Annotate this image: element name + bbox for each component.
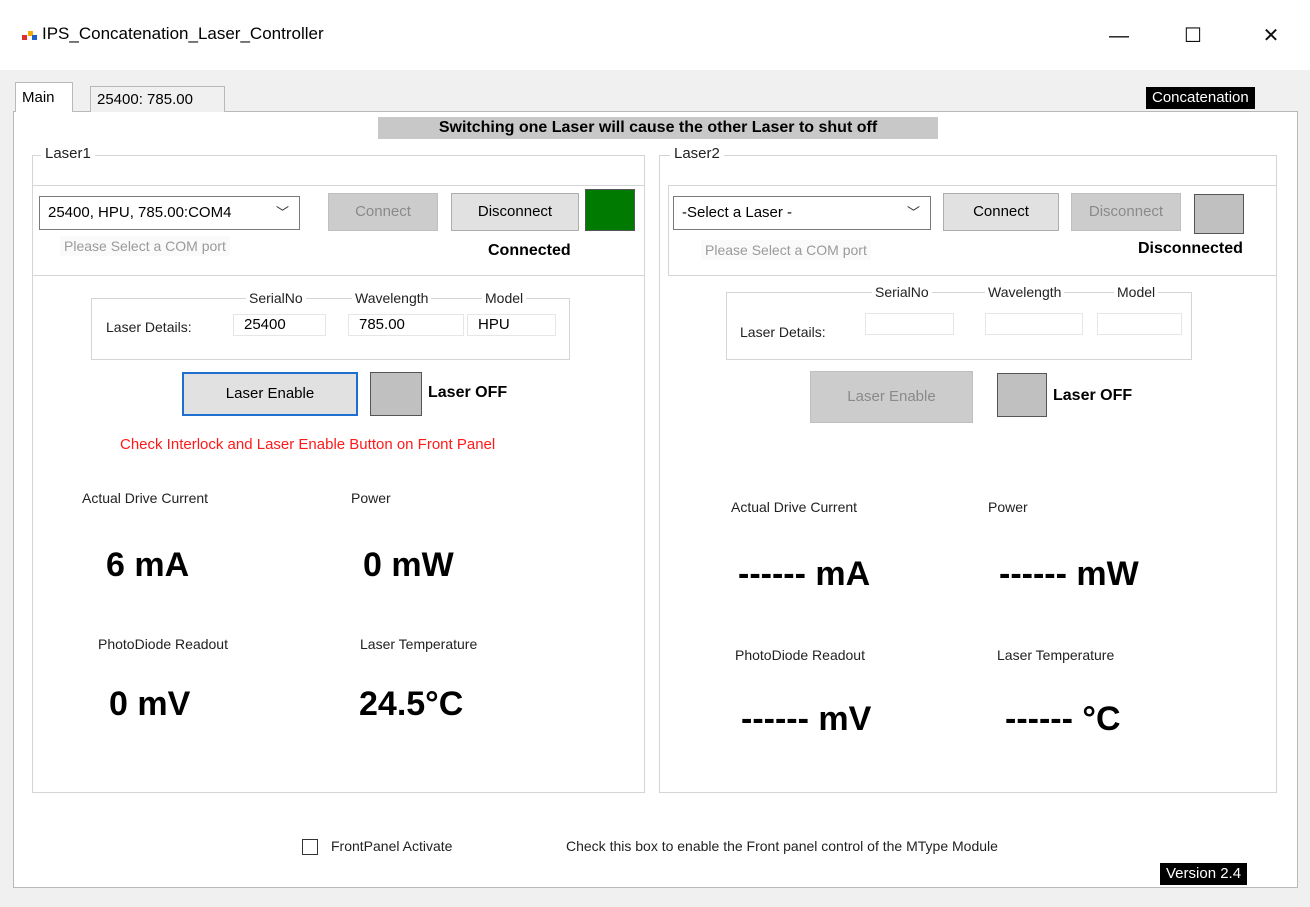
laser2-drive-current-label: Actual Drive Current	[731, 499, 858, 515]
laser1-photodiode-label: PhotoDiode Readout	[98, 636, 228, 652]
laser1-wavelength-value: 785.00	[348, 314, 464, 336]
laser2-wavelength-value	[985, 313, 1083, 335]
laser2-disconnect-button[interactable]: Disconnect	[1071, 193, 1181, 231]
frontpanel-label: FrontPanel Activate	[331, 838, 453, 854]
laser2-laser-state: Laser OFF	[1053, 387, 1133, 404]
laser1-connection-indicator	[585, 189, 635, 231]
laser2-power-label: Power	[988, 499, 1028, 515]
tab-main[interactable]: Main	[15, 82, 73, 112]
laser2-connection-indicator	[1194, 194, 1244, 234]
close-button[interactable]: ✕	[1248, 18, 1294, 54]
laser2-wavelength-header: Wavelength	[985, 284, 1065, 300]
laser1-laser-indicator	[370, 372, 422, 416]
laser2-group-title: Laser2	[670, 145, 724, 162]
laser1-model-value: HPU	[467, 314, 556, 336]
laser1-power-value: 0 mW	[347, 516, 589, 600]
laser2-com-hint: Please Select a COM port	[701, 240, 871, 260]
laser1-power-label: Power	[351, 490, 391, 506]
laser2-connection-status: Disconnected	[1138, 240, 1243, 257]
laser1-drive-current-label: Actual Drive Current	[82, 490, 209, 506]
frontpanel-help-text: Check this box to enable the Front panel…	[566, 838, 998, 854]
laser1-temperature-label: Laser Temperature	[360, 636, 478, 652]
laser1-group-title: Laser1	[41, 145, 95, 162]
laser2-enable-button[interactable]: Laser Enable	[810, 371, 973, 423]
window-title: IPS_Concatenation_Laser_Controller	[42, 24, 324, 43]
laser1-photodiode-value: 0 mV	[95, 661, 335, 745]
tab-laser-25400[interactable]: 25400: 785.00	[90, 86, 225, 112]
laser2-serial-value	[865, 313, 954, 335]
laser2-photodiode-value: ------ mV	[731, 672, 971, 756]
laser1-interlock-warning: Check Interlock and Laser Enable Button …	[120, 436, 496, 453]
title-bar: IPS_Concatenation_Laser_Controller — ☐ ✕	[0, 0, 1310, 70]
laser1-temperature-value: 24.5°C	[345, 661, 596, 745]
switch-warning: Switching one Laser will cause the other…	[378, 117, 938, 139]
laser1-wavelength-header: Wavelength	[352, 290, 432, 306]
laser1-disconnect-button[interactable]: Disconnect	[451, 193, 579, 231]
laser2-power-value: ------ mW	[985, 525, 1224, 609]
laser2-serial-header: SerialNo	[872, 284, 932, 300]
laser1-serial-value: 25400	[233, 314, 326, 336]
laser1-details-label: Laser Details:	[106, 319, 192, 335]
laser1-drive-current-value: 6 mA	[82, 516, 330, 600]
laser2-details-label: Laser Details:	[740, 324, 826, 340]
laser2-connect-button[interactable]: Connect	[943, 193, 1059, 231]
laser1-serial-header: SerialNo	[246, 290, 306, 306]
chevron-down-icon: ﹀	[275, 205, 289, 220]
laser2-temperature-label: Laser Temperature	[997, 647, 1115, 663]
laser2-port-select-value: -Select a Laser -	[682, 204, 793, 221]
laser1-connection-status: Connected	[488, 242, 571, 259]
frontpanel-checkbox[interactable]	[302, 839, 318, 855]
laser2-drive-current-value: ------ mA	[726, 525, 966, 609]
laser2-laser-indicator	[997, 373, 1047, 417]
laser1-connect-button[interactable]: Connect	[328, 193, 438, 231]
mode-label: Concatenation	[1146, 87, 1255, 109]
laser2-port-select[interactable]: -Select a Laser - ﹀	[673, 196, 931, 230]
laser1-com-hint: Please Select a COM port	[60, 236, 230, 256]
laser1-laser-state: Laser OFF	[428, 384, 508, 401]
laser1-model-header: Model	[482, 290, 527, 306]
laser2-temperature-value: ------ °C	[993, 672, 1233, 756]
laser2-model-header: Model	[1114, 284, 1159, 300]
version-label: Version 2.4	[1160, 863, 1248, 885]
laser1-port-select[interactable]: 25400, HPU, 785.00:COM4 ﹀	[39, 196, 300, 230]
minimize-button[interactable]: —	[1096, 18, 1142, 54]
maximize-button[interactable]: ☐	[1170, 18, 1216, 54]
laser1-enable-button[interactable]: Laser Enable	[182, 372, 358, 416]
laser2-model-value	[1097, 313, 1182, 335]
app-icon	[22, 31, 37, 41]
chevron-down-icon: ﹀	[906, 205, 920, 220]
laser2-photodiode-label: PhotoDiode Readout	[735, 647, 865, 663]
laser1-port-select-value: 25400, HPU, 785.00:COM4	[48, 204, 232, 221]
